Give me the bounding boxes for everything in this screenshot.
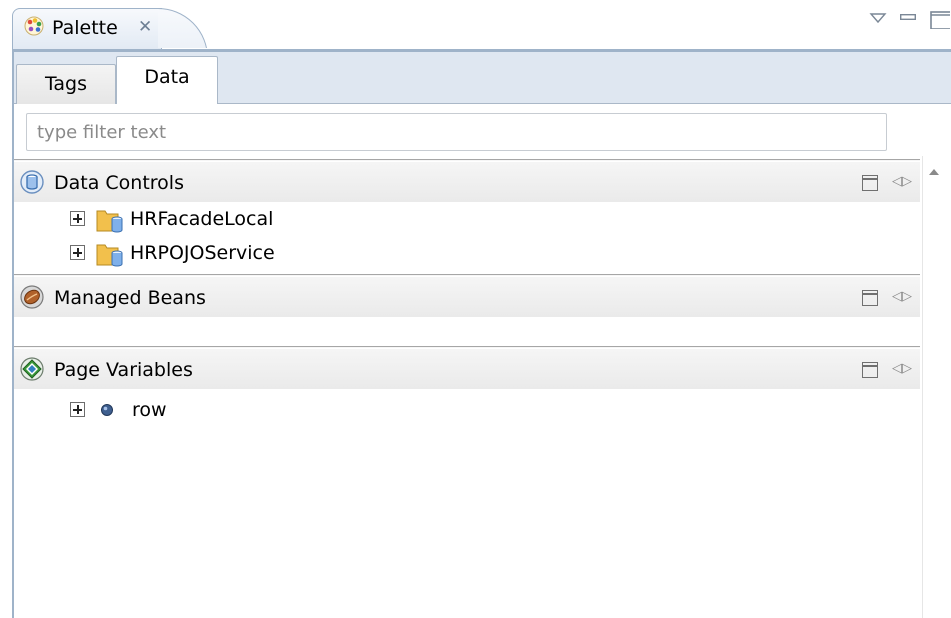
view-menu-icon[interactable] xyxy=(869,11,887,25)
minimize-icon[interactable] xyxy=(900,14,916,20)
close-icon[interactable]: ✕ xyxy=(138,18,156,36)
tree-item-label: HRFacadeLocal xyxy=(130,208,274,230)
palette-icon xyxy=(24,16,44,36)
tree-item-label: HRPOJOService xyxy=(130,242,275,264)
section-maximize-icon[interactable] xyxy=(862,362,878,378)
tree-item-label: row xyxy=(132,399,167,421)
scroll-up-arrow-icon[interactable] xyxy=(927,166,941,178)
tree-item-hrfacadelocal[interactable]: HRFacadeLocal xyxy=(70,207,370,233)
section-collapse-icon[interactable]: ◁▷ xyxy=(892,289,914,305)
variable-dot-icon xyxy=(101,404,113,416)
section-title-page-variables: Page Variables xyxy=(54,359,193,381)
tree-item-hrpojoservice[interactable]: HRPOJOService xyxy=(70,241,370,267)
page-variables-icon xyxy=(20,357,44,381)
section-collapse-icon[interactable]: ◁▷ xyxy=(892,174,914,190)
view-tab-curve xyxy=(158,8,210,48)
section-title-managed-beans: Managed Beans xyxy=(54,287,206,309)
maximize-icon[interactable] xyxy=(930,11,950,29)
expand-icon[interactable] xyxy=(70,245,85,260)
vertical-scrollbar-track[interactable] xyxy=(922,156,923,618)
tab-tags[interactable]: Tags xyxy=(16,64,116,104)
folder-datacontrol-icon xyxy=(96,210,123,233)
managed-beans-icon xyxy=(20,285,44,309)
filter-input[interactable] xyxy=(26,113,887,151)
section-collapse-icon[interactable]: ◁▷ xyxy=(892,361,914,377)
view-title: Palette xyxy=(52,17,118,39)
data-controls-icon xyxy=(20,170,44,194)
expand-icon[interactable] xyxy=(70,402,85,417)
expand-icon[interactable] xyxy=(70,211,85,226)
section-title-data-controls: Data Controls xyxy=(54,172,184,194)
tree-item-row[interactable]: row xyxy=(70,398,270,422)
section-maximize-icon[interactable] xyxy=(862,175,878,191)
view-left-border xyxy=(12,52,14,618)
folder-datacontrol-icon xyxy=(96,244,123,267)
tab-data[interactable]: Data xyxy=(116,56,218,104)
section-maximize-icon[interactable] xyxy=(862,290,878,306)
